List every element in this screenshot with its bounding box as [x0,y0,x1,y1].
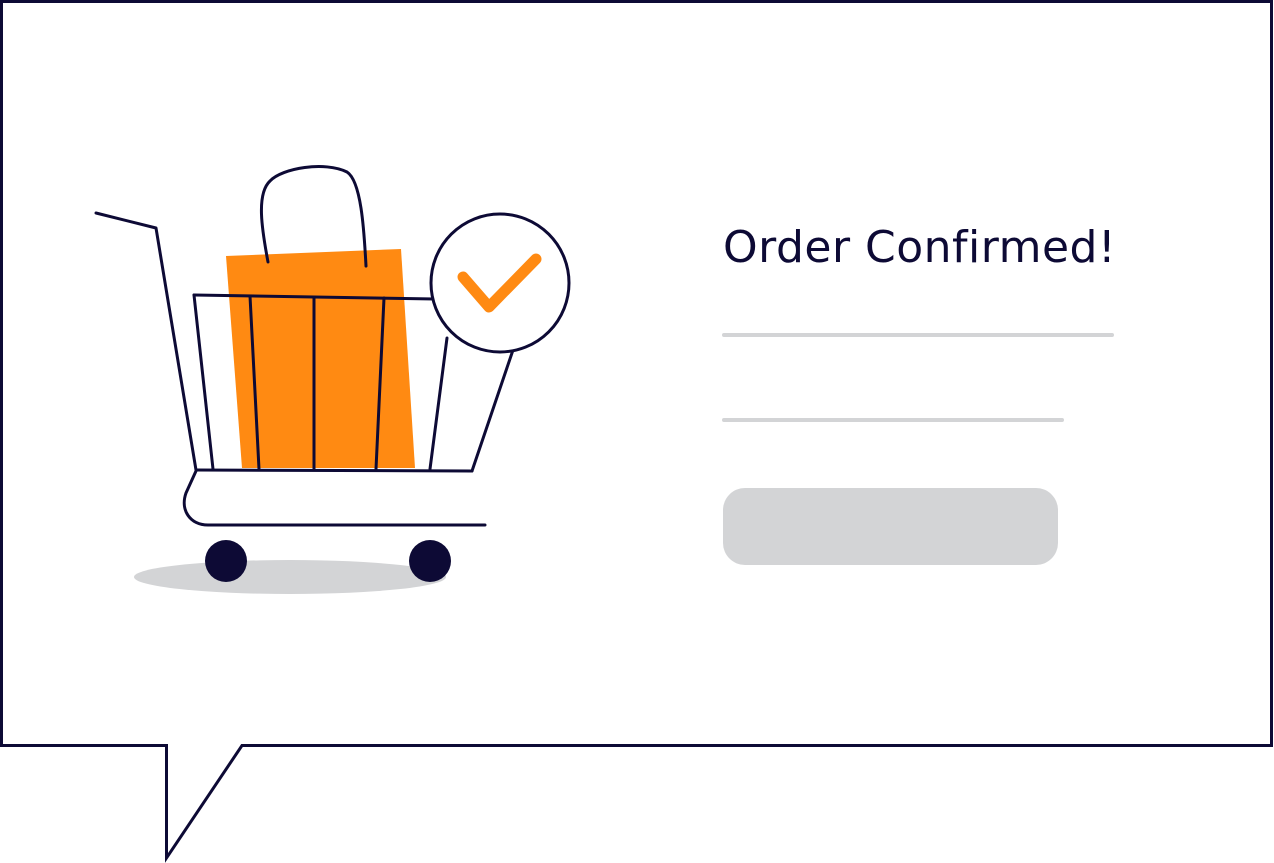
order-confirmation-card: Order Confirmed! [0,0,1274,863]
placeholder-text-line [722,418,1064,422]
cart-wheel-right [409,540,451,582]
page-title: Order Confirmed! [723,222,1117,273]
placeholder-action-button[interactable] [723,488,1058,565]
placeholder-text-line [722,333,1114,337]
check-circle-icon [429,212,571,354]
shopping-bag-icon [226,165,415,468]
shopping-cart-icon [94,165,571,594]
cart-wheel-left [205,540,247,582]
cart-shadow [134,560,446,594]
